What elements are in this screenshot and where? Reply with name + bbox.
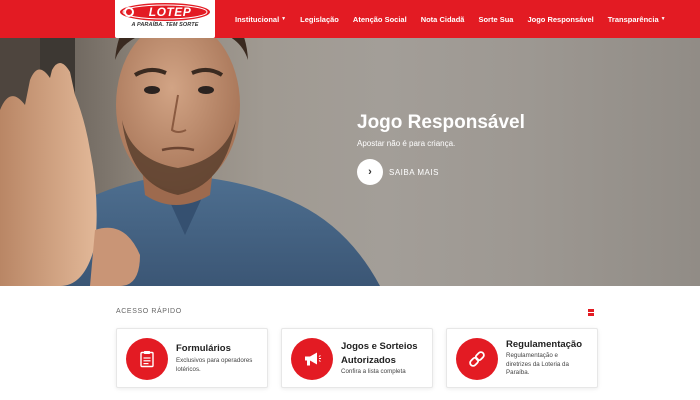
card-title: Formulários: [176, 343, 231, 354]
hero-subtitle: Apostar não é para criança.: [357, 139, 456, 148]
nav-item-sorte-sua[interactable]: Sorte Sua: [478, 15, 513, 24]
lotep-logo-mark: LOTEP: [120, 3, 210, 21]
quick-access-card-jogos-sorteios[interactable]: Jogos e Sorteios Autorizados Confira a l…: [281, 328, 433, 388]
nav-item-jogo-responsavel[interactable]: Jogo Responsável: [527, 15, 593, 24]
hero-photo: [0, 0, 380, 286]
nav-item-label: Atenção Social: [352, 14, 407, 24]
card-title: Regulamentação: [506, 339, 583, 350]
clipboard-icon: [126, 338, 168, 380]
section-title-acesso-rapido: ACESSO RÁPIDO: [116, 308, 182, 315]
top-navigation-bar: LOTEP A PARAÍBA. TEM SORTE Institucional…: [0, 0, 700, 38]
link-icon: [456, 338, 498, 380]
hero-title: Jogo Responsável: [357, 112, 525, 133]
lotep-logo[interactable]: LOTEP A PARAÍBA. TEM SORTE: [115, 0, 215, 38]
nav-item-legislacao[interactable]: Legislação: [300, 15, 339, 24]
main-nav: Institucional ▼ Legislação Atenção Socia…: [235, 0, 680, 38]
nav-item-transparencia[interactable]: Transparência ▼: [608, 15, 666, 24]
caret-down-icon: ▼: [660, 16, 666, 22]
nav-item-nota-cidada[interactable]: Nota Cidadã: [421, 15, 465, 24]
card-description: Regulamentação e diretrizes da Loteria d…: [506, 352, 569, 376]
card-title: Jogos e Sorteios Autorizados: [341, 341, 418, 366]
hero-banner: [0, 0, 700, 286]
chevron-right-icon: ›: [357, 159, 383, 185]
quick-access-card-formularios[interactable]: Formulários Exclusivos para operadores l…: [116, 328, 268, 388]
megaphone-icon: [291, 338, 333, 380]
nav-item-label: Legislação: [300, 14, 339, 24]
card-description: Confira a lista completa: [341, 368, 406, 375]
grid-icon[interactable]: [588, 309, 595, 316]
nav-item-institucional[interactable]: Institucional ▼: [235, 15, 286, 24]
nav-item-label: Nota Cidadã: [420, 14, 465, 24]
nav-item-label: Jogo Responsável: [527, 14, 594, 24]
logo-tagline: A PARAÍBA. TEM SORTE: [131, 22, 199, 28]
nav-item-label: Sorte Sua: [478, 14, 514, 24]
caret-down-icon: ▼: [281, 16, 287, 22]
svg-text:LOTEP: LOTEP: [149, 5, 192, 19]
quick-access-card-regulamentacao[interactable]: Regulamentação Regulamentação e diretriz…: [446, 328, 598, 388]
saiba-mais-button[interactable]: › SAIBA MAIS: [357, 159, 439, 185]
card-description: Exclusivos para operadores lotéricos.: [176, 357, 253, 373]
nav-item-label: Institucional: [235, 14, 280, 24]
nav-item-label: Transparência: [607, 14, 659, 24]
nav-item-atencao-social[interactable]: Atenção Social: [353, 15, 407, 24]
saiba-mais-label: SAIBA MAIS: [389, 167, 439, 177]
